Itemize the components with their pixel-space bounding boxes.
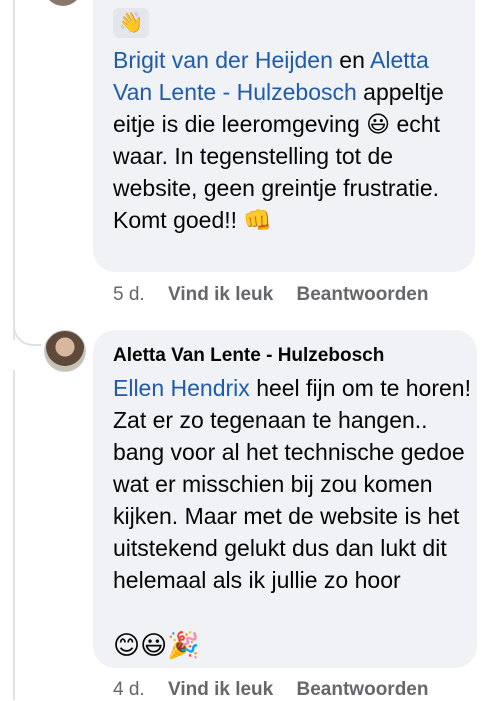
like-button[interactable]: Vind ik leuk xyxy=(168,679,273,700)
thread-connector xyxy=(13,318,41,346)
thread-line xyxy=(13,370,15,700)
comment-actions: 4 d. Vind ik leuk Beantwoorden xyxy=(113,679,446,701)
reply-button[interactable]: Beantwoorden xyxy=(297,679,429,700)
comment-body: heel fijn om te horen! Zat er zo tegenaa… xyxy=(113,375,471,593)
timestamp[interactable]: 5 d. xyxy=(113,284,145,305)
comment-text: Ellen Hendrix heel fijn om te horen! Zat… xyxy=(113,372,473,596)
fist-emoji-icon: 👊 xyxy=(243,207,273,233)
avatar[interactable] xyxy=(44,330,86,372)
timestamp[interactable]: 4 d. xyxy=(113,679,145,700)
reply-button[interactable]: Beantwoorden xyxy=(297,284,429,305)
comment-text: Brigit van der Heijden en Aletta Van Len… xyxy=(113,44,473,236)
conjunction-text: en xyxy=(339,47,365,73)
thread-line xyxy=(13,0,15,340)
wave-icon: 👋 xyxy=(113,8,149,38)
comment-actions: 5 d. Vind ik leuk Beantwoorden xyxy=(113,284,446,306)
smile-emoji-icon: 😃 xyxy=(366,111,391,137)
emoji-line: 😊😃🎉 xyxy=(113,630,200,660)
author-name[interactable]: Aletta Van Lente - Hulzebosch xyxy=(113,345,384,367)
avatar[interactable] xyxy=(44,0,82,6)
mention-link[interactable]: Ellen Hendrix xyxy=(113,375,250,401)
mention-link[interactable]: Brigit van der Heijden xyxy=(113,47,333,73)
like-button[interactable]: Vind ik leuk xyxy=(168,284,273,305)
